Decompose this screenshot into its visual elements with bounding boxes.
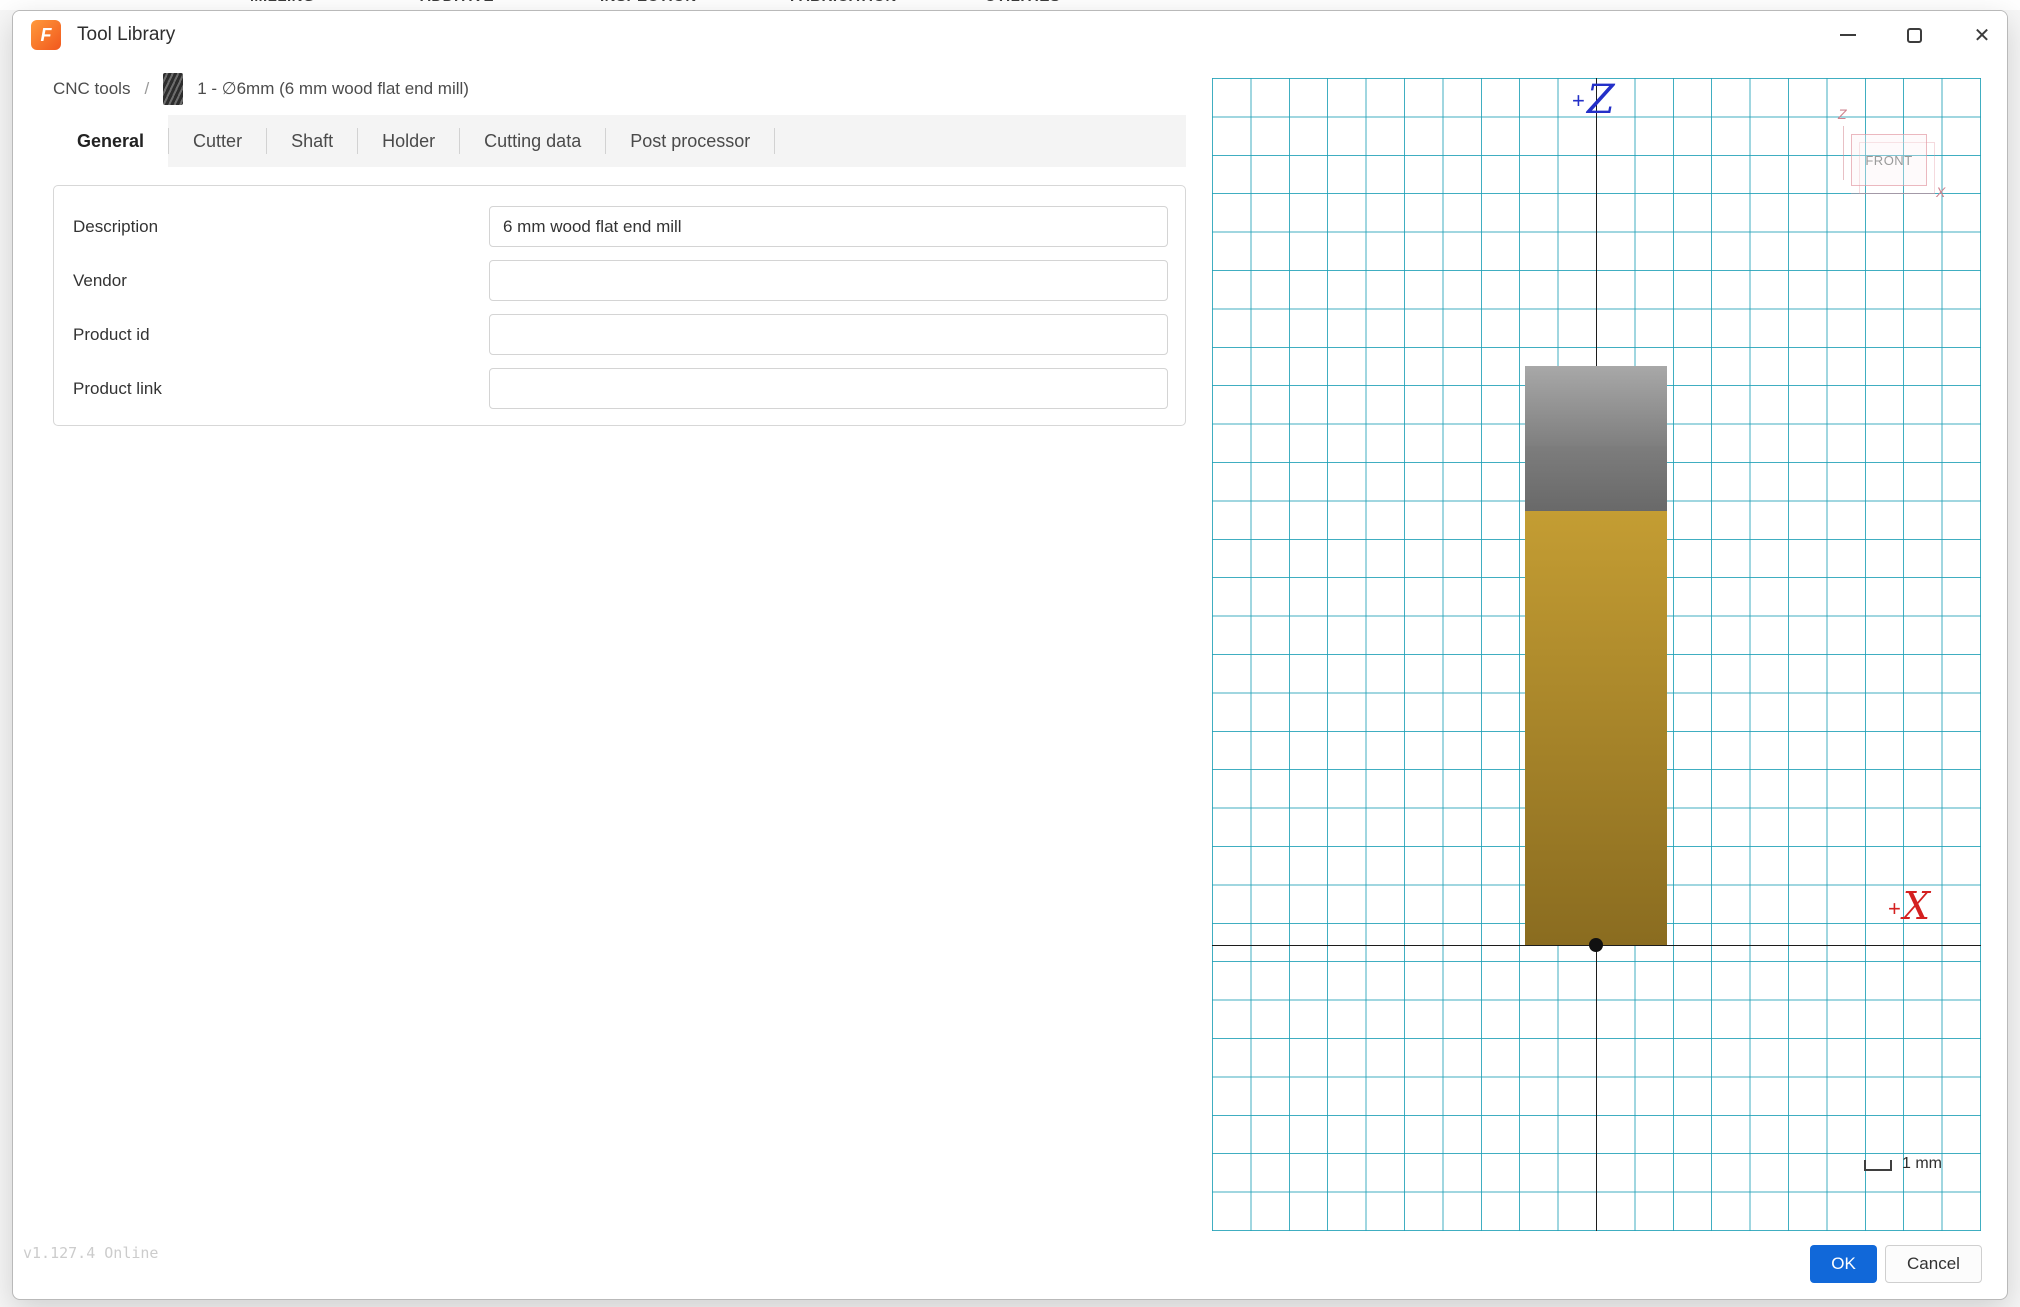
product-id-field[interactable] xyxy=(489,314,1168,355)
maximize-button[interactable] xyxy=(1887,11,1941,59)
product-link-field[interactable] xyxy=(489,368,1168,409)
tool-shank-lower xyxy=(1525,446,1667,511)
toolbar-fragment: MILLING xyxy=(250,0,315,5)
view-cube-z-label: Z xyxy=(1838,106,1847,122)
cancel-button[interactable]: Cancel xyxy=(1885,1245,1982,1283)
product-id-label: Product id xyxy=(73,314,150,355)
toolbar-fragment: ADDITIVE xyxy=(420,0,494,5)
title-bar[interactable]: F Tool Library ✕ xyxy=(13,11,2007,59)
tab-holder[interactable]: Holder xyxy=(358,115,459,167)
tab-divider xyxy=(774,128,775,154)
toolbar-fragment: UTILITIES xyxy=(985,0,1060,5)
view-cube-x-label: X xyxy=(1936,184,1945,200)
view-cube-front-face[interactable]: FRONT xyxy=(1851,134,1927,186)
end-mill-thumbnail-icon xyxy=(163,73,183,105)
tool-tip-origin-dot xyxy=(1589,938,1603,952)
vendor-field[interactable] xyxy=(489,260,1168,301)
view-cube-x-axis xyxy=(1851,193,1935,194)
z-plus-sign: + xyxy=(1572,88,1585,122)
x-plus-sign: + xyxy=(1888,896,1901,928)
close-button[interactable]: ✕ xyxy=(1955,11,2008,59)
x-axis-label: + X xyxy=(1888,886,1930,928)
minimize-icon xyxy=(1840,34,1856,36)
description-field[interactable] xyxy=(489,206,1168,247)
x-letter: X xyxy=(1903,886,1930,928)
view-cube-z-axis xyxy=(1843,126,1844,180)
view-cube[interactable]: Z FRONT X xyxy=(1832,100,1967,210)
breadcrumb-root[interactable]: CNC tools xyxy=(53,79,130,99)
breadcrumb-tool-label: 1 - ∅6mm (6 mm wood flat end mill) xyxy=(197,79,469,99)
tool-shank-upper xyxy=(1525,366,1667,446)
version-status-text: v1.127.4 Online xyxy=(23,1244,158,1262)
maximize-icon xyxy=(1907,28,1922,43)
tab-cutter[interactable]: Cutter xyxy=(169,115,266,167)
close-icon: ✕ xyxy=(1974,23,1991,48)
breadcrumb: CNC tools / 1 - ∅6mm (6 mm wood flat end… xyxy=(53,69,469,109)
vendor-label: Vendor xyxy=(73,260,127,301)
tool-flute-body xyxy=(1525,511,1667,945)
description-label: Description xyxy=(73,206,158,247)
z-axis-label: + Z xyxy=(1572,78,1615,122)
z-letter: Z xyxy=(1587,78,1615,122)
tab-post-processor[interactable]: Post processor xyxy=(606,115,774,167)
toolbar-fragment: FABRICATION xyxy=(790,0,897,5)
tab-general[interactable]: General xyxy=(53,115,168,167)
tab-shaft[interactable]: Shaft xyxy=(267,115,357,167)
breadcrumb-separator: / xyxy=(144,79,149,99)
tool-library-dialog: F Tool Library ✕ CNC tools / 1 - ∅6mm (6… xyxy=(12,10,2008,1300)
tool-preview-viewport[interactable]: + Z + X Z FRONT X 1 mm xyxy=(1212,78,1981,1231)
scale-label: 1 mm xyxy=(1902,1156,1942,1172)
toolbar-fragment: INSPECTION xyxy=(600,0,697,5)
ok-button[interactable]: OK xyxy=(1810,1245,1877,1283)
product-link-label: Product link xyxy=(73,368,162,409)
scale-indicator: 1 mm xyxy=(1864,1156,1942,1171)
background-app-toolbar: MILLING ADDITIVE INSPECTION FABRICATION … xyxy=(0,0,2020,10)
tab-cutting-data[interactable]: Cutting data xyxy=(460,115,605,167)
scale-bracket-icon xyxy=(1864,1160,1892,1171)
tab-bar: General Cutter Shaft Holder Cutting data… xyxy=(53,115,1186,167)
general-form-card: Description Vendor Product id Product li… xyxy=(53,185,1186,426)
window-title: Tool Library xyxy=(77,11,175,59)
fusion-app-icon: F xyxy=(31,20,61,50)
minimize-button[interactable] xyxy=(1821,11,1875,59)
